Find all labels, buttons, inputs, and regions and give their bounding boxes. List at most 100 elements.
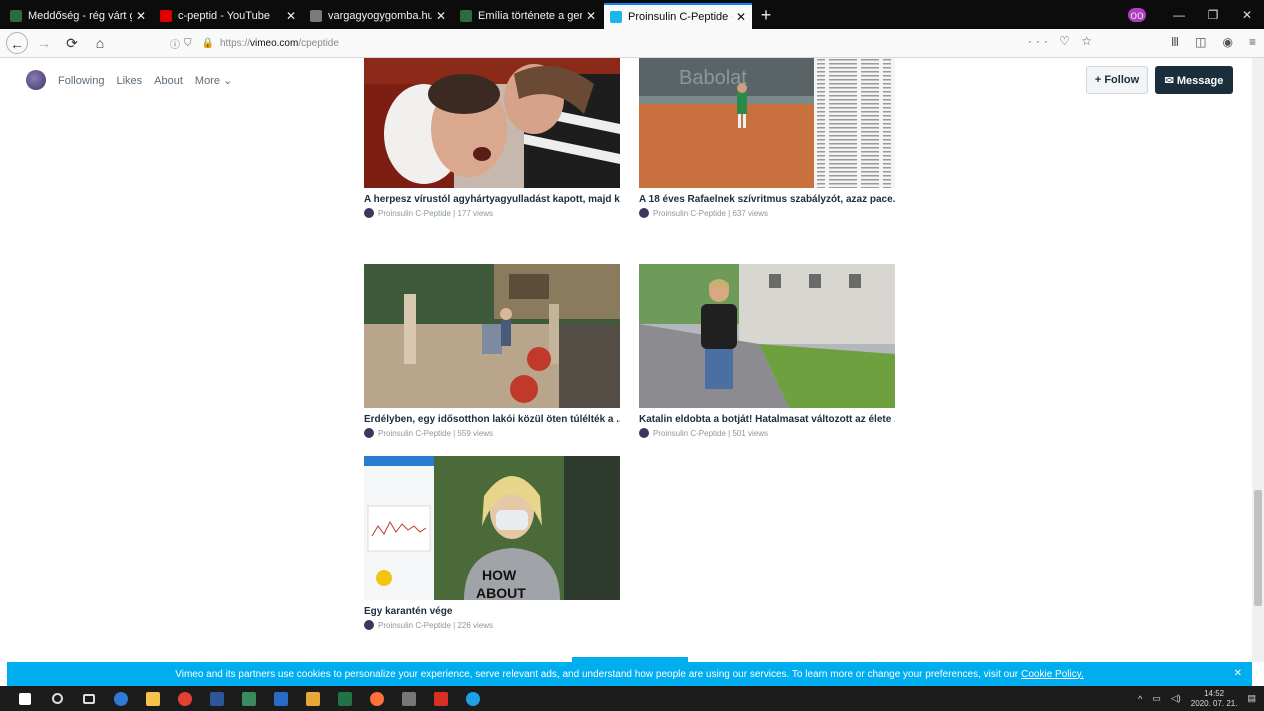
video-channel[interactable]: Proinsulin C-Peptide — [378, 429, 451, 438]
video-card[interactable]: A herpesz vírustól agyhártyagyulladást k… — [364, 58, 620, 218]
page-actions-icon[interactable]: ··· ♡ ☆ — [1028, 34, 1096, 48]
tab-favicon-icon — [310, 10, 322, 22]
file-explorer-icon[interactable] — [140, 686, 166, 711]
video-title[interactable]: Egy karantén vége — [364, 606, 620, 617]
windows-start-icon[interactable] — [12, 686, 38, 711]
close-tab-icon[interactable]: ✕ — [736, 10, 746, 24]
video-channel[interactable]: Proinsulin C-Peptide — [653, 209, 726, 218]
svg-text:ABOUT: ABOUT — [476, 585, 526, 600]
page-scrollbar[interactable] — [1252, 58, 1264, 662]
channel-nav-link[interactable]: About — [154, 75, 183, 87]
video-thumbnail[interactable] — [364, 264, 620, 408]
forward-button[interactable]: → — [32, 32, 56, 54]
browser-tab[interactable]: Proinsulin C-Peptide on Vimeo ✕ — [604, 3, 752, 29]
video-card[interactable]: HOW ABOUT Egy karantén vége Proinsulin C… — [364, 456, 620, 630]
notification-icon[interactable]: ▤ — [1247, 693, 1256, 704]
menu-icon[interactable]: ≡ — [1249, 35, 1256, 49]
close-tab-icon[interactable]: ✕ — [436, 9, 446, 23]
close-window-icon[interactable]: ✕ — [1230, 8, 1264, 22]
internet-explorer-icon[interactable] — [460, 686, 486, 711]
account-icon[interactable]: ◉ — [1223, 35, 1233, 49]
search-icon[interactable] — [44, 686, 70, 711]
app-icon[interactable] — [268, 686, 294, 711]
tab-favicon-icon — [460, 10, 472, 22]
volume-icon[interactable]: ◁) — [1171, 693, 1181, 704]
tab-title: vargagyogygomba.hu/hu/film — [328, 10, 432, 22]
video-card[interactable]: Erdélyben, egy idősotthon lakói közül öt… — [364, 264, 620, 438]
home-button[interactable]: ⌂ — [88, 32, 112, 54]
scrollbar-thumb[interactable] — [1254, 490, 1262, 606]
channel-mini-avatar — [364, 428, 374, 438]
tab-bar: Meddőség - rég várt gyermek✕c-peptid - Y… — [0, 0, 1264, 29]
minimize-icon[interactable]: — — [1162, 8, 1196, 22]
new-tab-button[interactable]: + — [754, 3, 778, 29]
clock[interactable]: 14:52 2020. 07. 21. — [1191, 689, 1238, 709]
back-button[interactable]: ← — [6, 32, 28, 54]
video-title[interactable]: A herpesz vírustól agyhártyagyulladást k… — [364, 194, 620, 205]
excel-icon[interactable] — [332, 686, 358, 711]
video-title[interactable]: A 18 éves Rafaelnek szívritmus szabályzó… — [639, 194, 895, 205]
browser-tab[interactable]: Emília története a gerincferdül ✕ — [454, 3, 602, 29]
tab-favicon-icon — [610, 11, 622, 23]
channel-nav-link[interactable]: More ⌄ — [195, 75, 232, 87]
shield-icon[interactable]: ⛉ — [184, 38, 192, 49]
url-path: /cpeptide — [298, 37, 339, 49]
close-tab-icon[interactable]: ✕ — [136, 9, 146, 23]
photos-icon[interactable] — [300, 686, 326, 711]
video-card[interactable]: Katalin eldobta a botját! Hatalmasat vál… — [639, 264, 895, 438]
url-bar[interactable]: ⓘ ⛉ 🔒 https://vimeo.com/cpeptide ··· ♡ ☆ — [166, 32, 1096, 54]
video-views: 177 views — [457, 208, 494, 218]
svg-text:Babolat: Babolat — [679, 67, 747, 89]
channel-nav-link[interactable]: Following — [58, 75, 104, 87]
url-domain: vimeo.com — [249, 37, 299, 49]
url-prefix: https:// — [219, 37, 250, 49]
video-thumbnail[interactable] — [639, 264, 895, 408]
chrome-icon[interactable] — [172, 686, 198, 711]
clock-time: 14:52 — [1204, 688, 1225, 698]
video-channel[interactable]: Proinsulin C-Peptide — [653, 429, 726, 438]
video-title[interactable]: Erdélyben, egy idősotthon lakói közül öt… — [364, 414, 620, 425]
network-icon[interactable]: ▭ — [1152, 693, 1161, 704]
task-view-icon[interactable] — [76, 686, 102, 711]
calculator-icon[interactable] — [396, 686, 422, 711]
chevron-up-icon[interactable]: ^ — [1138, 694, 1142, 704]
pdf-icon[interactable] — [428, 686, 454, 711]
message-button[interactable]: ✉ Message — [1155, 66, 1233, 94]
video-channel[interactable]: Proinsulin C-Peptide — [378, 209, 451, 218]
channel-nav-link[interactable]: Likes — [116, 75, 142, 87]
library-icon[interactable]: Ⅲ — [1171, 35, 1179, 49]
reload-button[interactable]: ⟳ — [60, 32, 84, 54]
browser-tab[interactable]: Meddőség - rég várt gyermek ✕ — [4, 3, 152, 29]
video-thumbnail[interactable] — [364, 58, 620, 188]
video-meta: Proinsulin C-Peptide | 637 views — [639, 208, 895, 218]
taskbar: ^ ▭ ◁) 14:52 2020. 07. 21. ▤ — [0, 686, 1264, 711]
channel-mini-avatar — [639, 428, 649, 438]
video-thumbnail[interactable]: Babolat — [639, 58, 895, 188]
channel-nav: Following Likes About More ⌄ — [58, 71, 244, 89]
channel-avatar[interactable] — [26, 70, 46, 90]
maximize-icon[interactable]: ❐ — [1196, 8, 1230, 22]
channel-mini-avatar — [364, 620, 374, 630]
cookie-policy-link[interactable]: Cookie Policy. — [1021, 669, 1084, 680]
video-thumbnail[interactable]: HOW ABOUT — [364, 456, 620, 600]
tab-title: c-peptid - YouTube — [178, 10, 270, 22]
sidebar-icon[interactable]: ◫ — [1195, 35, 1206, 49]
video-title[interactable]: Katalin eldobta a botját! Hatalmasat vál… — [639, 414, 895, 425]
follow-button[interactable]: + Follow — [1086, 66, 1148, 94]
svg-text:HOW: HOW — [482, 567, 517, 583]
browser-tab[interactable]: vargagyogygomba.hu/hu/film ✕ — [304, 3, 452, 29]
firefox-icon[interactable] — [364, 686, 390, 711]
video-channel[interactable]: Proinsulin C-Peptide — [378, 621, 451, 630]
app-icon[interactable] — [236, 686, 262, 711]
edge-icon[interactable] — [108, 686, 134, 711]
video-card[interactable]: Babolat A 18 éves Rafaelnek szívritmus s… — [639, 58, 895, 218]
close-tab-icon[interactable]: ✕ — [586, 9, 596, 23]
channel-mini-avatar — [364, 208, 374, 218]
lock-icon: 🔒 — [201, 37, 214, 49]
info-icon[interactable]: ⓘ — [170, 36, 180, 51]
close-tab-icon[interactable]: ✕ — [286, 9, 296, 23]
clock-date: 2020. 07. 21. — [1190, 698, 1238, 708]
word-icon[interactable] — [204, 686, 230, 711]
close-icon[interactable]: ✕ — [1234, 668, 1242, 679]
browser-tab[interactable]: c-peptid - YouTube ✕ — [154, 3, 302, 29]
